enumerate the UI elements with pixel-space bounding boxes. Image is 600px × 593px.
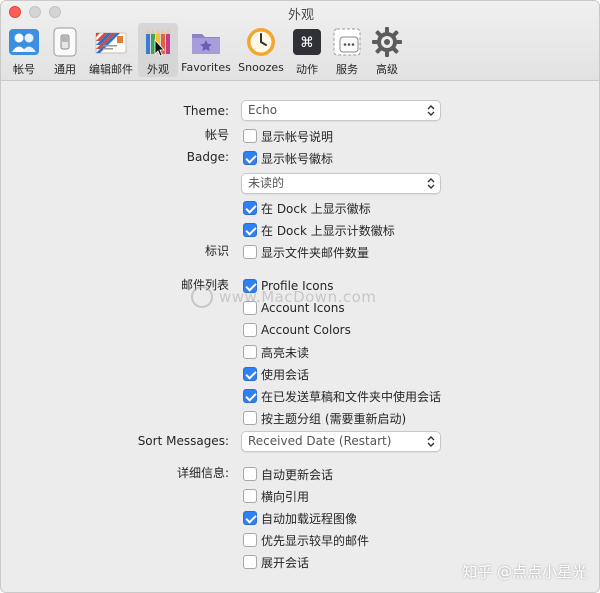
badge-label: Badge: (186, 150, 229, 164)
select-chevrons-icon (427, 105, 435, 116)
preferences-window: 外观 帐号 通用 编辑邮件 外观 Favorites Snoozes ⌘ 动作 … (0, 0, 600, 593)
older-messages-first-checkbox[interactable] (243, 533, 257, 547)
watermark: www.MacDown.com (191, 286, 376, 308)
load-remote-images-label: 自动加载远程图像 (261, 511, 358, 526)
show-account-badge-checkbox[interactable] (243, 151, 257, 165)
marker-label: 标识 (204, 244, 229, 258)
older-messages-first-label: 优先显示较早的邮件 (261, 533, 370, 548)
expand-conversations-label: 展开会话 (261, 555, 310, 570)
auto-update-conversations-label: 自动更新会话 (261, 467, 334, 482)
dock-badge-checkbox[interactable] (243, 201, 257, 215)
sort-messages-select[interactable]: Received Date (Restart) (241, 431, 441, 452)
watermark-text: www.MacDown.com (219, 288, 377, 306)
theme-label: Theme: (183, 104, 229, 118)
toolbar-general-label: 通用 (54, 63, 76, 76)
dock-count-badge-checkbox[interactable] (243, 223, 257, 237)
toolbar-favorites-label: Favorites (181, 61, 231, 74)
actions-command-icon: ⌘ (291, 26, 323, 58)
account-colors-row[interactable]: Account Colors (243, 321, 351, 339)
toolbar-general[interactable]: 通用 (47, 23, 83, 77)
dock-badge-row[interactable]: 在 Dock 上显示徽标 (243, 199, 371, 217)
toolbar-services-label: 服务 (336, 63, 358, 76)
expand-conversations-checkbox[interactable] (243, 555, 257, 569)
older-messages-first-row[interactable]: 优先显示较早的邮件 (243, 531, 369, 549)
show-account-description-row[interactable]: 显示帐号说明 (243, 127, 333, 145)
appearance-pencils-icon (142, 26, 174, 58)
toolbar-appearance[interactable]: 外观 (138, 23, 178, 77)
toolbar-accounts-label: 帐号 (13, 63, 35, 76)
title-bar: 外观 帐号 通用 编辑邮件 外观 Favorites Snoozes ⌘ 动作 … (1, 1, 599, 81)
show-account-description-checkbox[interactable] (243, 129, 257, 143)
conversations-in-sent-row[interactable]: 在已发送草稿和文件夹中使用会话 (243, 387, 441, 405)
highlight-unread-label: 高亮未读 (261, 345, 310, 360)
show-account-badge-row[interactable]: 显示帐号徽标 (243, 149, 333, 167)
horizontal-quotes-label: 横向引用 (261, 489, 310, 504)
account-colors-label: Account Colors (261, 323, 351, 337)
compose-envelope-icon (95, 26, 127, 58)
group-by-subject-row[interactable]: 按主题分组 (需要重新启动) (243, 409, 406, 427)
expand-conversations-row[interactable]: 展开会话 (243, 553, 309, 571)
appearance-pane: Theme: Echo 帐号 显示帐号说明 Badge: 显示帐号徽标 未读的 (1, 82, 599, 592)
load-remote-images-checkbox[interactable] (243, 511, 257, 525)
toolbar-appearance-label: 外观 (147, 63, 169, 76)
toolbar-actions-label: 动作 (296, 63, 318, 76)
select-chevrons-icon (427, 178, 435, 189)
toolbar-snoozes-label: Snoozes (238, 61, 284, 74)
toolbar-advanced[interactable]: 高级 (369, 23, 405, 77)
folder-count-label: 显示文件夹邮件数量 (261, 245, 370, 260)
folder-count-row[interactable]: 显示文件夹邮件数量 (243, 243, 369, 261)
highlight-unread-checkbox[interactable] (243, 345, 257, 359)
account-colors-checkbox[interactable] (243, 323, 257, 337)
show-account-description-label: 显示帐号说明 (261, 129, 334, 144)
folder-count-checkbox[interactable] (243, 245, 257, 259)
badge-count-select-value: 未读的 (248, 176, 285, 190)
general-switch-icon (49, 26, 81, 58)
credit-text: 知乎 @点点小星光 (462, 563, 587, 581)
theme-select-value: Echo (248, 103, 278, 117)
sort-messages-select-value: Received Date (Restart) (248, 434, 392, 448)
dock-count-badge-label: 在 Dock 上显示计数徽标 (261, 223, 395, 238)
theme-select[interactable]: Echo (241, 100, 441, 121)
auto-update-conversations-checkbox[interactable] (243, 467, 257, 481)
accounts-icon (8, 26, 40, 58)
conversations-in-sent-label: 在已发送草稿和文件夹中使用会话 (261, 389, 442, 404)
conversations-in-sent-checkbox[interactable] (243, 389, 257, 403)
details-label: 详细信息: (176, 466, 229, 480)
load-remote-images-row[interactable]: 自动加载远程图像 (243, 509, 357, 527)
toolbar-compose-label: 编辑邮件 (89, 63, 133, 76)
watermark-logo-icon (191, 286, 213, 308)
favorites-folder-icon (190, 26, 222, 58)
horizontal-quotes-checkbox[interactable] (243, 489, 257, 503)
group-by-subject-label: 按主题分组 (需要重新启动) (261, 411, 407, 426)
use-conversations-label: 使用会话 (261, 367, 310, 382)
services-icon (331, 26, 363, 58)
use-conversations-checkbox[interactable] (243, 367, 257, 381)
window-title: 外观 (287, 8, 314, 23)
select-chevrons-icon (427, 436, 435, 447)
svg-text:⌘: ⌘ (300, 35, 314, 51)
toolbar-snoozes[interactable]: Snoozes (235, 23, 287, 77)
show-account-badge-label: 显示帐号徽标 (261, 151, 334, 166)
toolbar-actions[interactable]: ⌘ 动作 (289, 23, 325, 77)
advanced-gear-icon (371, 26, 403, 58)
dock-count-badge-row[interactable]: 在 Dock 上显示计数徽标 (243, 221, 395, 239)
auto-update-conversations-row[interactable]: 自动更新会话 (243, 465, 333, 483)
horizontal-quotes-row[interactable]: 横向引用 (243, 487, 309, 505)
dock-badge-label: 在 Dock 上显示徽标 (261, 201, 371, 216)
group-by-subject-checkbox[interactable] (243, 411, 257, 425)
toolbar-services[interactable]: 服务 (329, 23, 365, 77)
toolbar-accounts[interactable]: 帐号 (5, 23, 43, 77)
sort-messages-label: Sort Messages: (137, 434, 229, 448)
toolbar-compose[interactable]: 编辑邮件 (87, 23, 135, 77)
account-label: 帐号 (204, 128, 229, 142)
toolbar-advanced-label: 高级 (376, 63, 398, 76)
badge-count-select[interactable]: 未读的 (241, 173, 441, 194)
toolbar-favorites[interactable]: Favorites (180, 23, 232, 77)
snooze-clock-icon (245, 26, 277, 58)
highlight-unread-row[interactable]: 高亮未读 (243, 343, 309, 361)
use-conversations-row[interactable]: 使用会话 (243, 365, 309, 383)
